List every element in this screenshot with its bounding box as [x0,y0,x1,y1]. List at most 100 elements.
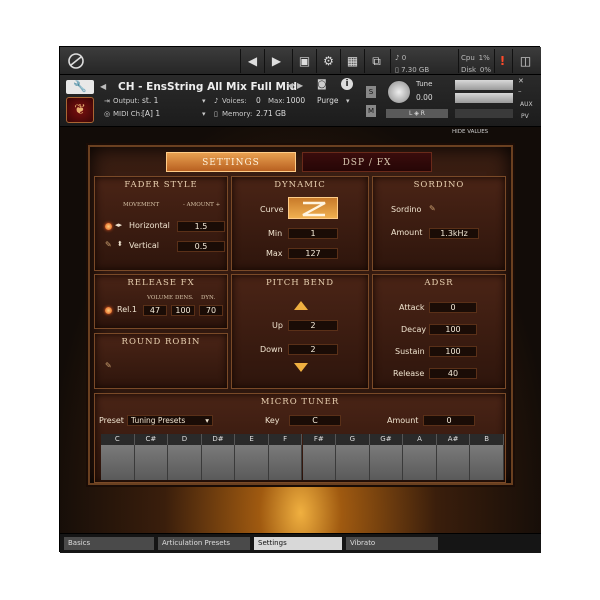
vertical-arrows-icon: ⬍ [117,240,123,248]
volume-meter-right [455,93,513,103]
note-tuning-slider[interactable] [235,445,269,480]
purge-button[interactable]: Purge [317,96,338,105]
note-tuning-slider[interactable] [201,445,236,480]
pitch-down-arrow-icon[interactable] [294,363,308,372]
info-icon[interactable]: i [341,78,353,90]
dynamic-title: DYNAMIC [274,180,326,190]
rack-view-icon[interactable]: ▦ [340,49,364,73]
curve-display[interactable] [288,197,338,219]
bottom-tab-articulation-presets[interactable]: Articulation Presets [158,537,250,550]
tune-knob[interactable] [387,80,411,104]
voices-memory-readout: ♪ 0 ▯ 7.30 GB [390,49,460,74]
fader-style-title: FADER STYLE [124,180,198,190]
attack-label: Attack [399,303,425,312]
amount-label: - AMOUNT + [183,202,221,208]
adsr-panel: ADSR Attack 0 Decay 100 Sustain 100 Rele… [372,274,506,389]
kontakt-logo-icon[interactable] [64,49,88,73]
release-led[interactable] [105,307,112,314]
dynamic-min-value[interactable]: 1 [288,228,338,239]
preset-label: Preset [99,416,124,425]
dynamic-max-value[interactable]: 127 [288,248,338,259]
note-tuning-slider[interactable] [436,445,471,480]
pitch-up-value[interactable]: 2 [288,320,338,331]
pitch-down-label: Down [260,345,283,354]
pan-slider[interactable]: L ◈ R [386,109,448,118]
note-tuning-slider[interactable] [470,445,504,480]
bottom-tab-settings[interactable]: Settings [254,537,342,550]
note-tuning-slider[interactable] [403,445,437,480]
round-robin-toggle[interactable]: ✎ [105,362,113,370]
sordino-toggle[interactable]: ✎ [429,205,437,213]
tab-dsp-fx[interactable]: DSP / FX [302,152,432,172]
cpu-value: 1% [478,54,490,62]
vertical-label: Vertical [129,241,159,250]
max-label: Max: [268,97,285,105]
rel-label: Rel.1 [117,305,137,314]
tuner-amount-value[interactable]: 0 [423,415,475,426]
instrument-title: CH - EnsString All Mix Full Mid [118,81,298,93]
note-tuning-slider[interactable] [168,445,202,480]
instrument-next-icon[interactable]: ▶ [297,81,303,90]
note-tuning-slider[interactable] [268,445,303,480]
browser-toggle-icon[interactable]: ◫ [512,49,538,73]
sordino-amount-value[interactable]: 1.3kHz [429,228,479,239]
pitch-down-value[interactable]: 2 [288,344,338,355]
solo-button[interactable]: S [366,86,376,98]
max-value[interactable]: 1000 [286,96,305,105]
key-value[interactable]: C [289,415,341,426]
release-dens-value[interactable]: 100 [171,305,195,316]
bottom-tab-vibrato[interactable]: Vibrato [346,537,438,550]
collapse-arrow-icon[interactable]: ◀ [100,82,106,91]
purge-dropdown-icon[interactable]: ▾ [346,97,350,105]
aux-label[interactable]: AUX [520,101,533,108]
voices-icon: ♪ [214,97,219,105]
mute-button[interactable]: M [366,105,376,117]
note-label: G [336,434,370,445]
gear-icon[interactable]: ⚙ [316,49,340,73]
volume-slider[interactable] [455,109,513,118]
bottom-tab-basics[interactable]: Basics [64,537,154,550]
note-label: F [268,434,303,445]
note-tuning-slider[interactable] [134,445,169,480]
release-dyn-value[interactable]: 70 [199,305,223,316]
attack-value[interactable]: 0 [429,302,477,313]
hide-values-button[interactable]: HIDE VALUES [452,129,488,135]
output-dropdown-icon[interactable]: ▾ [202,97,206,105]
sustain-label: Sustain [395,347,425,356]
next-arrow-icon[interactable]: ▶ [264,49,288,73]
midi-value[interactable]: [A] 1 [142,109,160,118]
release-value[interactable]: 40 [429,368,477,379]
midi-dropdown-icon[interactable]: ▾ [202,110,206,118]
output-value[interactable]: st. 1 [142,96,158,105]
note-tuning-slider[interactable] [336,445,370,480]
horizontal-amount[interactable]: 1.5 [177,221,225,232]
tab-settings[interactable]: SETTINGS [166,152,296,172]
save-icon[interactable]: ▣ [292,49,316,73]
note-tuning-slider[interactable] [369,445,404,480]
minimize-view-icon[interactable]: ⧉ [364,49,388,73]
note-tuning-slider[interactable] [101,445,135,480]
wrench-icon[interactable]: 🔧 [66,80,94,94]
instrument-prev-icon[interactable]: ◀ [287,81,293,90]
decay-value[interactable]: 100 [429,324,477,335]
pitch-up-arrow-icon[interactable] [294,301,308,310]
instrument-logo: ❦ [66,97,94,123]
close-instrument-icon[interactable]: ✕ [518,77,524,85]
prev-arrow-icon[interactable]: ◀ [240,49,264,73]
vertical-toggle[interactable]: ✎ [105,241,113,249]
horizontal-led[interactable] [105,223,112,230]
preset-dropdown[interactable]: Tuning Presets ▾ [127,415,213,426]
output-label: Output: [113,97,140,105]
curve-label: Curve [260,205,284,214]
minimize-instrument-icon[interactable]: – [518,87,522,95]
pv-label[interactable]: PV [521,113,529,120]
preset-dropdown-value: Tuning Presets [131,416,186,425]
vertical-amount[interactable]: 0.5 [177,241,225,252]
warning-icon[interactable]: ! [494,49,510,73]
note-tuning-slider[interactable] [302,445,337,480]
release-fx-title: RELEASE FX [127,278,195,288]
release-volume-value[interactable]: 47 [143,305,167,316]
horizontal-label: Horizontal [129,221,170,230]
camera-icon[interactable]: ◙ [317,79,327,90]
sustain-value[interactable]: 100 [429,346,477,357]
